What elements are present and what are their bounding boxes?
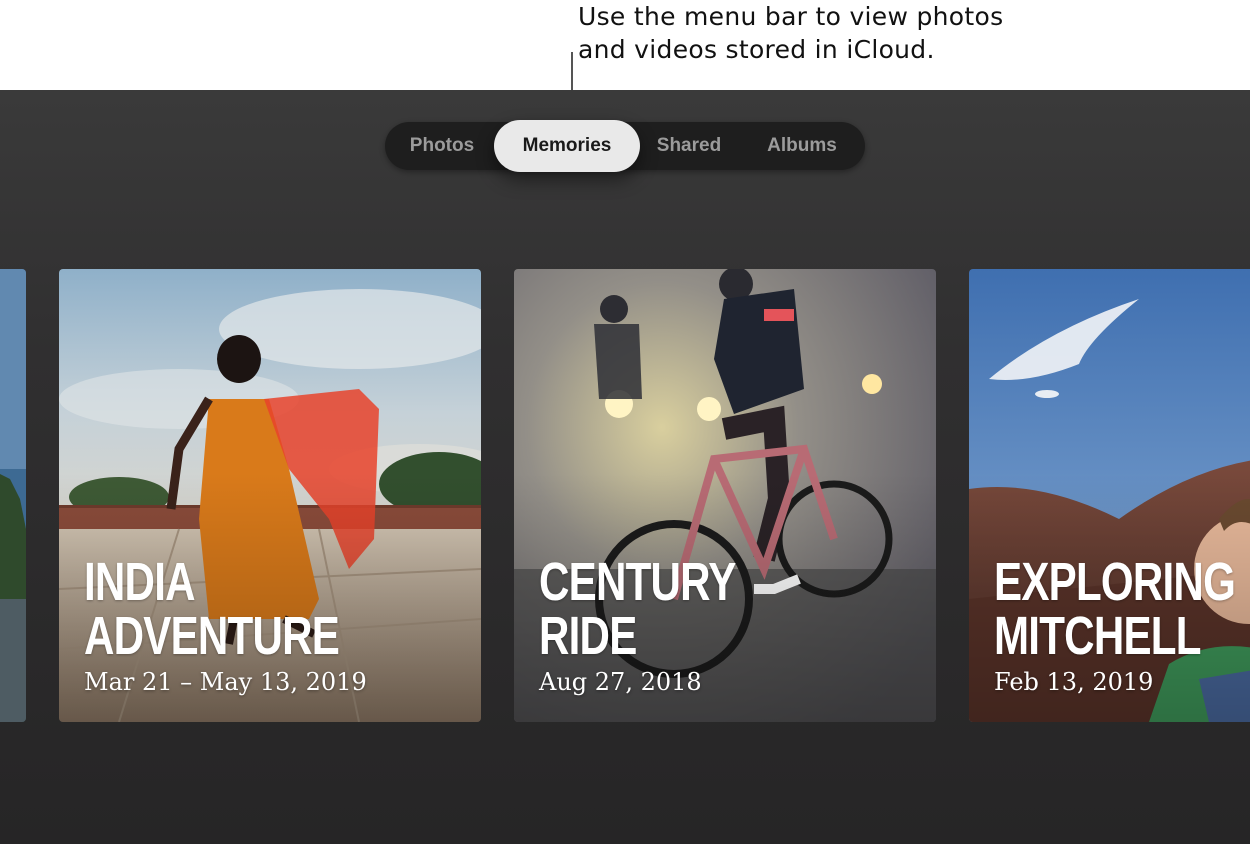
memory-title-line-2: Ride: [539, 606, 637, 666]
memory-card[interactable]: India Adventure Mar 21 – May 13, 2019: [59, 269, 481, 722]
memory-title: Exploring Mitchell: [994, 555, 1250, 663]
memory-title: India Adventure: [84, 555, 396, 663]
memory-card[interactable]: Century Ride Aug 27, 2018: [514, 269, 936, 722]
memory-date: Mar 21 – May 13, 2019: [84, 668, 367, 696]
memory-title-line-2: Adventure: [84, 606, 340, 666]
memory-title-line-1: Exploring: [994, 552, 1236, 612]
memory-title-line-2: Mitchell: [994, 606, 1201, 666]
memory-title: Century Ride: [539, 555, 851, 663]
memory-title-line-1: India: [84, 552, 196, 612]
memory-title-line-1: Century: [539, 552, 736, 612]
tab-photos[interactable]: Photos: [395, 122, 489, 170]
memory-date: Feb 13, 2019: [994, 668, 1154, 696]
callout-line-2: and videos stored in iCloud.: [578, 35, 935, 64]
memory-card-partial-left[interactable]: [0, 269, 26, 722]
memory-date: Aug 27, 2018: [539, 668, 702, 696]
tv-screen: Photos Memories Shared Albums INDIA ADVE…: [0, 90, 1250, 844]
tab-memories[interactable]: Memories: [494, 120, 640, 172]
callout-annotation: Use the menu bar to view photos and vide…: [578, 0, 1078, 66]
callout-line-1: Use the menu bar to view photos: [578, 2, 1004, 31]
menu-bar: Photos Memories Shared Albums: [385, 120, 865, 172]
memory-photo: [0, 269, 26, 722]
tab-albums[interactable]: Albums: [760, 122, 844, 170]
tab-shared[interactable]: Shared: [647, 122, 731, 170]
memory-card[interactable]: Exploring Mitchell Feb 13, 2019: [969, 269, 1250, 722]
